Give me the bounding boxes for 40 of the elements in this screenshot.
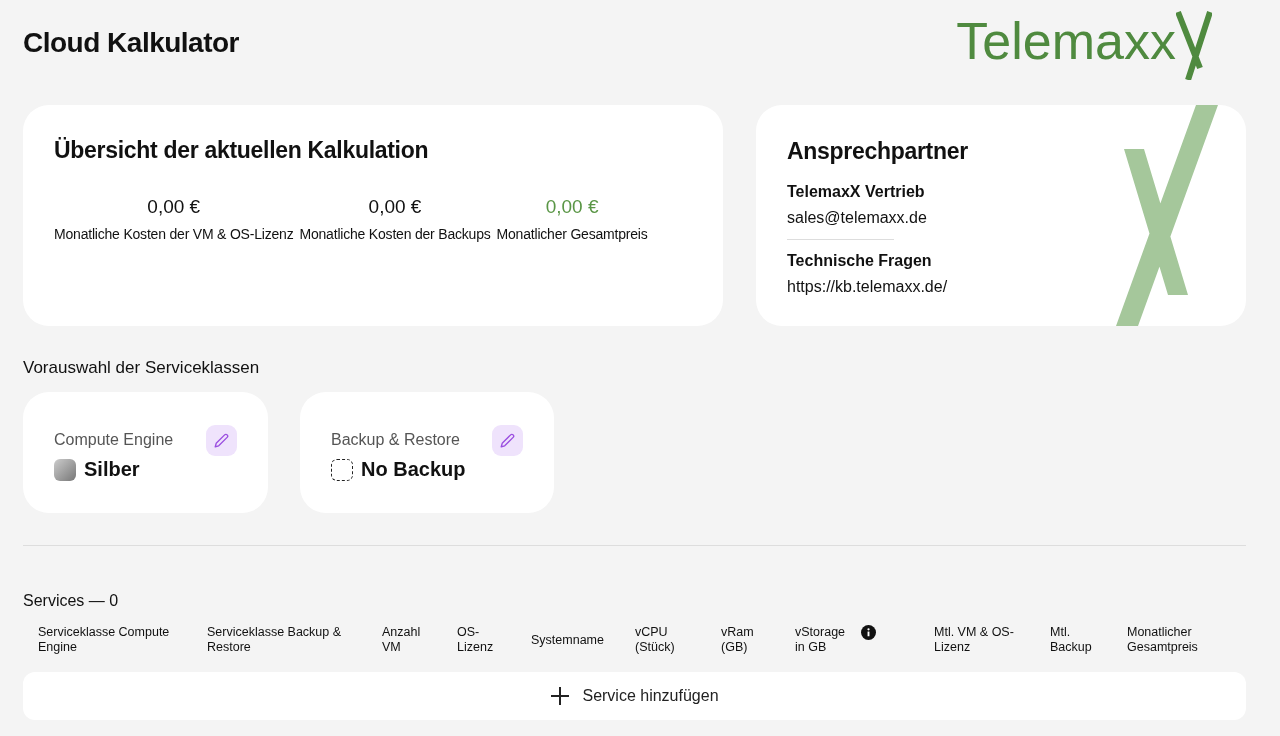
contact-heading: Technische Fragen <box>787 252 933 270</box>
card-title: Ansprechpartner <box>787 138 969 165</box>
services-title: Services — 0 <box>23 592 120 610</box>
cost-value: 0,00 € <box>147 196 201 218</box>
column-header: vRam (GB) <box>721 625 755 655</box>
cost-value: 0,00 € <box>545 196 599 218</box>
service-class-value: No Backup <box>361 458 466 481</box>
card-title: Übersicht der aktuellen Kalkulation <box>54 137 430 164</box>
column-header: Mtl. VM & OS-Lizenz <box>934 625 1015 655</box>
column-header: Serviceklasse Backup & Restore <box>207 625 343 655</box>
cost-label: Monatlicher Gesamtpreis <box>496 226 648 242</box>
dashed-outline-icon <box>331 458 353 481</box>
gradient-tile-icon <box>54 458 76 481</box>
cost-label: Monatliche Kosten der Backups <box>299 226 491 242</box>
contact-text: sales@telemaxx.de <box>787 209 928 227</box>
add-service-button[interactable]: Service hinzufügen <box>23 672 1246 720</box>
service-class-label: Backup & Restore <box>331 431 461 449</box>
cost-label: Monatliche Kosten der VM & OS-Lizenz <box>54 226 294 242</box>
service-class-label: Compute Engine <box>54 431 174 449</box>
plus-icon <box>550 686 571 706</box>
column-header: OS-Lizenz <box>457 625 495 655</box>
service-class-value: Silber <box>84 458 140 481</box>
column-header: vStorage in GB <box>795 625 847 655</box>
edit-button[interactable] <box>492 425 523 456</box>
pencil-icon <box>214 433 229 448</box>
page-title: Cloud Kalkulator <box>23 27 239 59</box>
section-title: Vorauswahl der Serviceklassen <box>23 358 261 378</box>
info-icon <box>861 625 876 640</box>
column-header: vCPU (Stück) <box>635 625 676 655</box>
column-header: Anzahl VM <box>382 625 422 655</box>
column-header: Systemname <box>531 632 604 648</box>
column-header: Mtl. Backup <box>1050 625 1093 655</box>
contact-heading: TelemaxX Vertrieb <box>787 183 926 201</box>
edit-button[interactable] <box>206 425 237 456</box>
contact-text: https://kb.telemaxx.de/ <box>787 278 949 296</box>
column-header: Serviceklasse Compute Engine <box>38 625 171 655</box>
pencil-icon <box>500 433 515 448</box>
logo: Telemaxx <box>956 12 1176 72</box>
cost-value: 0,00 € <box>368 196 422 218</box>
column-header: Monatlicher Gesamtpreis <box>1127 625 1199 655</box>
